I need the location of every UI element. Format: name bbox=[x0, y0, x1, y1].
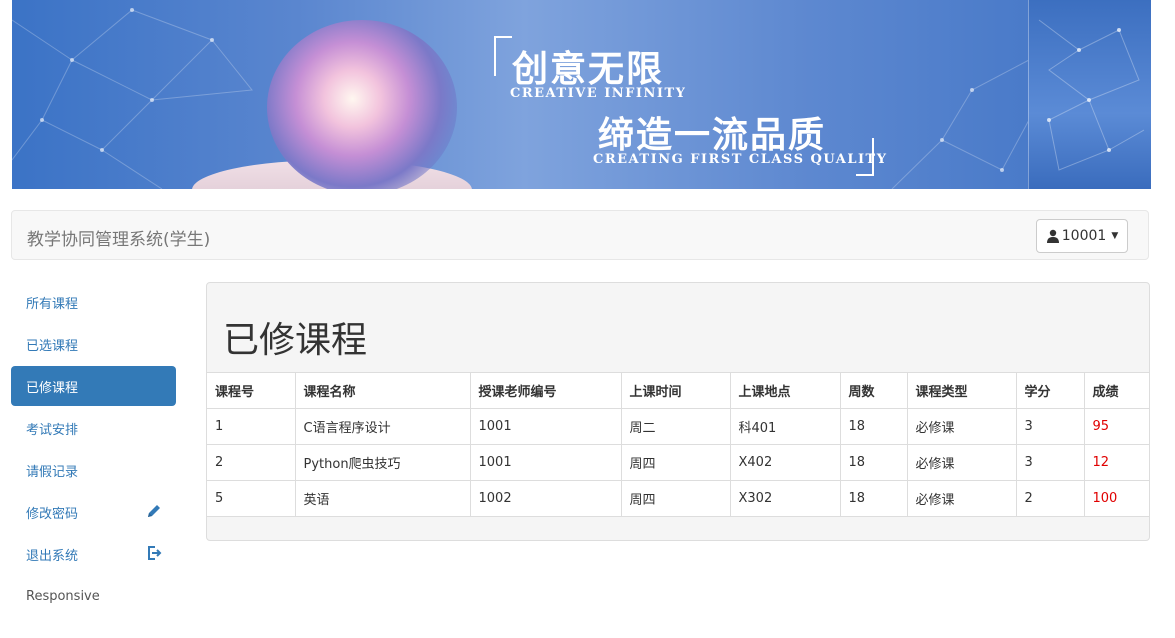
logout-icon bbox=[148, 546, 162, 560]
sidebar-nav: 所有课程 已选课程 已修课程 考试安排 请假记录 修改密码 退出系统 Respo… bbox=[11, 282, 176, 618]
sidebar-item-label: 请假记录 bbox=[26, 464, 79, 480]
table-cell: 18 bbox=[839, 480, 908, 517]
bracket-top-left bbox=[494, 36, 512, 76]
score-cell: 12 bbox=[1083, 444, 1149, 481]
sidebar-item-label: 已选课程 bbox=[26, 338, 79, 354]
table-cell: 必修课 bbox=[906, 408, 1017, 445]
banner-title-1: 创意无限 bbox=[512, 48, 665, 90]
table-cell: 1001 bbox=[469, 444, 622, 481]
table-cell: 必修课 bbox=[906, 480, 1017, 517]
user-id: 10001 bbox=[1061, 228, 1107, 244]
sidebar-item-label: 已修课程 bbox=[26, 380, 79, 396]
sidebar-item-completed-courses[interactable]: 已修课程 bbox=[11, 366, 176, 406]
table-cell: 3 bbox=[1015, 444, 1085, 481]
column-header: 授课老师编号 bbox=[469, 372, 622, 409]
pencil-icon bbox=[148, 505, 160, 517]
app-brand[interactable]: 教学协同管理系统(学生) bbox=[27, 225, 210, 250]
sidebar-item-logout[interactable]: 退出系统 bbox=[11, 534, 176, 574]
table-cell: 2 bbox=[207, 444, 296, 481]
table-cell: 1002 bbox=[469, 480, 622, 517]
table-row: 1 C语言程序设计 1001 周二 科401 18 必修课 3 95 bbox=[207, 408, 1149, 445]
sidebar-item-label: 退出系统 bbox=[26, 548, 79, 564]
table-cell: 1 bbox=[207, 408, 296, 445]
top-navbar: 教学协同管理系统(学生) 10001 ▼ bbox=[11, 210, 1149, 260]
glowing-globe-icon bbox=[267, 20, 457, 189]
table-cell: Python爬虫技巧 bbox=[294, 444, 471, 481]
page-title: 已修课程 bbox=[223, 320, 368, 361]
table-row: 2 Python爬虫技巧 1001 周四 X402 18 必修课 3 12 bbox=[207, 444, 1149, 481]
table-cell: X302 bbox=[729, 480, 841, 517]
table-cell: 5 bbox=[207, 480, 296, 517]
table-cell: 18 bbox=[839, 444, 908, 481]
table-cell: 2 bbox=[1015, 480, 1085, 517]
table-cell: X402 bbox=[729, 444, 841, 481]
column-header: 课程类型 bbox=[906, 372, 1017, 409]
column-header: 学分 bbox=[1015, 372, 1085, 409]
sidebar-item-label: 考试安排 bbox=[26, 422, 79, 438]
sidebar-item-responsive: Responsive bbox=[11, 576, 176, 616]
table-cell: 周二 bbox=[620, 408, 731, 445]
column-header: 上课时间 bbox=[620, 372, 731, 409]
table-cell: 1001 bbox=[469, 408, 622, 445]
sidebar-item-change-password[interactable]: 修改密码 bbox=[11, 492, 176, 532]
banner-title-1-en: CREATIVE INFINITY bbox=[510, 86, 687, 101]
sidebar-item-leave-records[interactable]: 请假记录 bbox=[11, 450, 176, 490]
column-header: 上课地点 bbox=[729, 372, 841, 409]
column-header: 课程号 bbox=[207, 372, 296, 409]
table-row: 5 英语 1002 周四 X302 18 必修课 2 100 bbox=[207, 480, 1149, 517]
sidebar-item-all-courses[interactable]: 所有课程 bbox=[11, 282, 176, 322]
table-cell: 英语 bbox=[294, 480, 471, 517]
table-cell: 周四 bbox=[620, 480, 731, 517]
sidebar-item-label: 修改密码 bbox=[26, 506, 79, 522]
user-icon bbox=[1046, 229, 1059, 243]
header-banner: 创意无限 CREATIVE INFINITY 缔造一流品质 CREATING F… bbox=[12, 0, 1151, 189]
table-cell: 科401 bbox=[729, 408, 841, 445]
table-cell: 必修课 bbox=[906, 444, 1017, 481]
user-menu-button[interactable]: 10001 ▼ bbox=[1036, 219, 1128, 253]
network-decoration-right bbox=[1038, 19, 1145, 171]
table-cell: C语言程序设计 bbox=[294, 408, 471, 445]
sidebar-item-selected-courses[interactable]: 已选课程 bbox=[11, 324, 176, 364]
score-cell: 95 bbox=[1083, 408, 1149, 445]
sidebar-item-label: Responsive bbox=[26, 588, 100, 604]
sidebar-item-exam-schedule[interactable]: 考试安排 bbox=[11, 408, 176, 448]
table-cell: 3 bbox=[1015, 408, 1085, 445]
column-header: 成绩 bbox=[1083, 372, 1149, 409]
table-cell: 周四 bbox=[620, 444, 731, 481]
chevron-down-icon: ▼ bbox=[1111, 231, 1119, 241]
table-header-row: 课程号 课程名称 授课老师编号 上课时间 上课地点 周数 课程类型 学分 成绩 bbox=[207, 372, 1149, 409]
banner-title-2: 缔造一流品质 bbox=[598, 114, 827, 156]
score-cell: 100 bbox=[1083, 480, 1149, 517]
banner-side-panel bbox=[1028, 0, 1151, 189]
column-header: 课程名称 bbox=[294, 372, 471, 409]
table-cell: 18 bbox=[839, 408, 908, 445]
courses-table: 课程号 课程名称 授课老师编号 上课时间 上课地点 周数 课程类型 学分 成绩 … bbox=[207, 372, 1149, 517]
banner-title-2-en: CREATING FIRST CLASS QUALITY bbox=[593, 152, 888, 167]
column-header: 周数 bbox=[839, 372, 908, 409]
sidebar-item-label: 所有课程 bbox=[26, 296, 79, 312]
completed-courses-panel: 已修课程 课程号 课程名称 授课老师编号 上课时间 上课地点 周数 课程类型 学… bbox=[206, 282, 1150, 541]
